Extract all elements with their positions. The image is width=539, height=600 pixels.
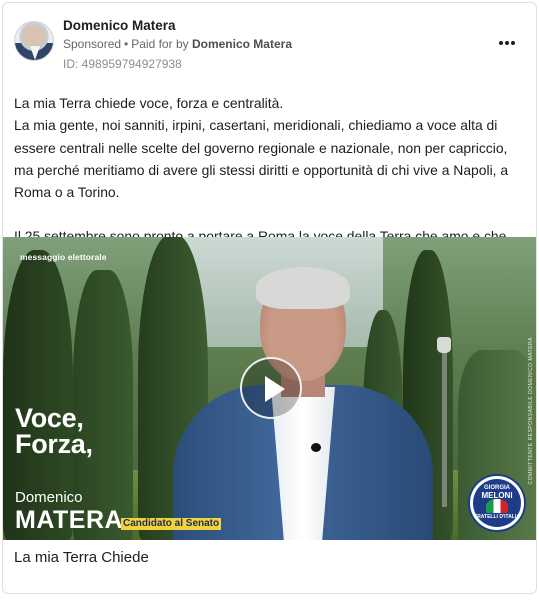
ad-body-text: La mia Terra chiede voce, forza e centra… bbox=[14, 92, 526, 248]
paid-for-prefix: Paid for by bbox=[131, 37, 189, 51]
profile-avatar[interactable] bbox=[14, 21, 54, 61]
paid-for-name: Domenico Matera bbox=[191, 37, 292, 51]
ad-card: Domenico Matera Sponsored • Paid for by Do… bbox=[2, 2, 537, 594]
video-slogan: Voce, Forza, bbox=[15, 403, 93, 459]
candidate-figure bbox=[153, 267, 453, 540]
candidate-last-name: MATERA bbox=[15, 506, 124, 534]
candidate-role-badge: Candidato al Senato bbox=[121, 518, 222, 530]
video-side-note: COMMITTENTE RESPONSABILE DOMENICO MATERA bbox=[528, 337, 534, 485]
flame-icon bbox=[486, 499, 508, 513]
ad-header: Domenico Matera Sponsored • Paid for by Do… bbox=[3, 3, 536, 81]
video-corner-label: messaggio elettorale bbox=[20, 252, 107, 262]
party-logo: GIORGIA MELONI FRATELLI D'ITALIA bbox=[468, 474, 526, 532]
slogan-line: Forza, bbox=[15, 429, 93, 459]
video-caption: La mia Terra Chiede bbox=[14, 549, 149, 566]
video-player[interactable]: messaggio elettorale COMMITTENTE RESPONS… bbox=[3, 237, 536, 540]
party-logo-bottom: FRATELLI D'ITALIA bbox=[474, 514, 520, 520]
slogan-line: Voce, bbox=[15, 403, 84, 433]
candidate-first-name: Domenico bbox=[15, 489, 83, 506]
ad-id: ID: 498959794927938 bbox=[63, 57, 182, 71]
body-paragraph: La mia gente, noi sanniti, irpini, caser… bbox=[14, 117, 512, 201]
sponsored-label: Sponsored bbox=[63, 37, 122, 51]
sponsored-line: Sponsored • Paid for by Domenico Matera bbox=[63, 37, 292, 51]
more-options-icon[interactable] bbox=[496, 33, 518, 53]
page-name[interactable]: Domenico Matera bbox=[63, 18, 176, 33]
body-paragraph: La mia Terra chiede voce, forza e centra… bbox=[14, 95, 284, 111]
play-icon[interactable] bbox=[240, 357, 302, 419]
